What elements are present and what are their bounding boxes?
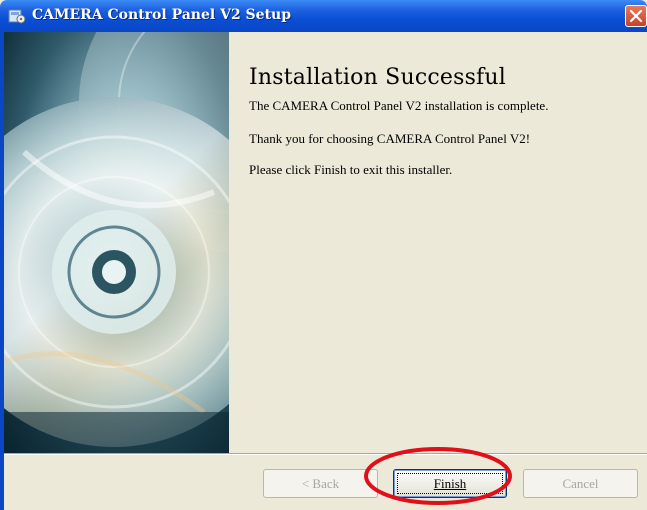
footer-divider <box>4 453 647 455</box>
finish-button[interactable]: Finish <box>393 469 507 498</box>
title-bar[interactable]: CAMERA Control Panel V2 Setup <box>0 0 647 32</box>
window-title: CAMERA Control Panel V2 Setup <box>32 7 292 23</box>
thank-you-message: Thank you for choosing CAMERA Control Pa… <box>249 131 531 146</box>
back-button[interactable]: < Back <box>263 469 378 498</box>
setup-window: CAMERA Control Panel V2 Setup Installati… <box>0 0 647 510</box>
completion-message: The CAMERA Control Panel V2 installation… <box>249 98 549 113</box>
cancel-button-label: Cancel <box>562 476 599 491</box>
close-button[interactable] <box>625 5 647 27</box>
page-title: Installation Successful <box>249 65 507 90</box>
cd-disc-image <box>4 32 229 453</box>
close-icon <box>629 9 643 23</box>
cancel-button[interactable]: Cancel <box>523 469 638 498</box>
finish-button-label: Finish <box>433 476 467 491</box>
setup-icon <box>8 7 26 25</box>
back-button-label: < Back <box>301 476 340 491</box>
exit-instruction: Please click Finish to exit this install… <box>249 162 453 177</box>
content-panel: Installation Successful The CAMERA Contr… <box>229 32 647 453</box>
